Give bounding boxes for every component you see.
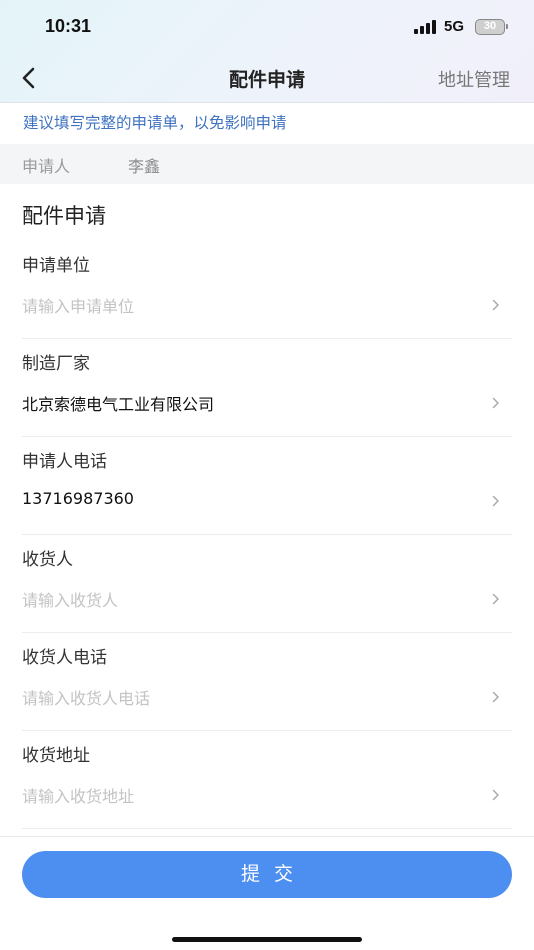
- chevron-right-icon: [492, 691, 499, 703]
- header-area: 10:31 5G 30 配件申请 地址管理: [0, 0, 534, 103]
- applicant-value: 李鑫: [128, 157, 161, 176]
- field-receiver[interactable]: 收货人 请输入收货人: [22, 535, 512, 633]
- nav-bar: 配件申请 地址管理: [0, 54, 534, 102]
- applicant-phone-input[interactable]: 13716987360: [22, 489, 134, 508]
- chevron-right-icon: [492, 593, 499, 605]
- status-time: 10:31: [45, 16, 92, 36]
- status-bar: 10:31 5G 30: [0, 0, 534, 54]
- applicant-unit-input[interactable]: 请输入申请单位: [22, 293, 134, 317]
- notice-banner: 建议填写完整的申请单，以免影响申请: [0, 103, 534, 144]
- field-applicant-phone[interactable]: 申请人电话 13716987360: [22, 437, 512, 535]
- home-indicator: [172, 937, 362, 942]
- submit-button[interactable]: 提交: [22, 851, 512, 898]
- field-applicant-unit[interactable]: 申请单位 请输入申请单位: [22, 241, 512, 339]
- chevron-right-icon: [492, 299, 499, 311]
- applicant-label: 申请人: [22, 157, 71, 176]
- field-receiver-phone[interactable]: 收货人电话 请输入收货人电话: [22, 633, 512, 731]
- address-management-link[interactable]: 地址管理: [438, 66, 510, 92]
- field-label: 收货人: [22, 550, 73, 570]
- field-label: 申请人电话: [22, 452, 107, 472]
- chevron-right-icon: [492, 397, 499, 409]
- receiver-address-input[interactable]: 请输入收货地址: [22, 783, 134, 807]
- field-receiver-address[interactable]: 收货地址 请输入收货地址: [22, 731, 512, 829]
- field-label: 收货地址: [22, 746, 90, 766]
- field-label: 制造厂家: [22, 354, 90, 374]
- signal-icon: [414, 20, 438, 34]
- footer-bar: 提交: [0, 836, 534, 950]
- network-label: 5G: [444, 18, 465, 35]
- section-title: 配件申请: [22, 204, 106, 228]
- battery-icon: 30: [475, 19, 508, 35]
- chevron-right-icon: [492, 789, 499, 801]
- receiver-phone-input[interactable]: 请输入收货人电话: [22, 685, 150, 709]
- field-label: 申请单位: [22, 256, 90, 276]
- field-label: 收货人电话: [22, 648, 107, 668]
- receiver-input[interactable]: 请输入收货人: [22, 587, 118, 611]
- applicant-row: 申请人 李鑫: [0, 144, 534, 184]
- chevron-right-icon: [492, 495, 499, 507]
- field-manufacturer[interactable]: 制造厂家 北京索德电气工业有限公司: [22, 339, 512, 437]
- manufacturer-input[interactable]: 北京索德电气工业有限公司: [22, 391, 214, 415]
